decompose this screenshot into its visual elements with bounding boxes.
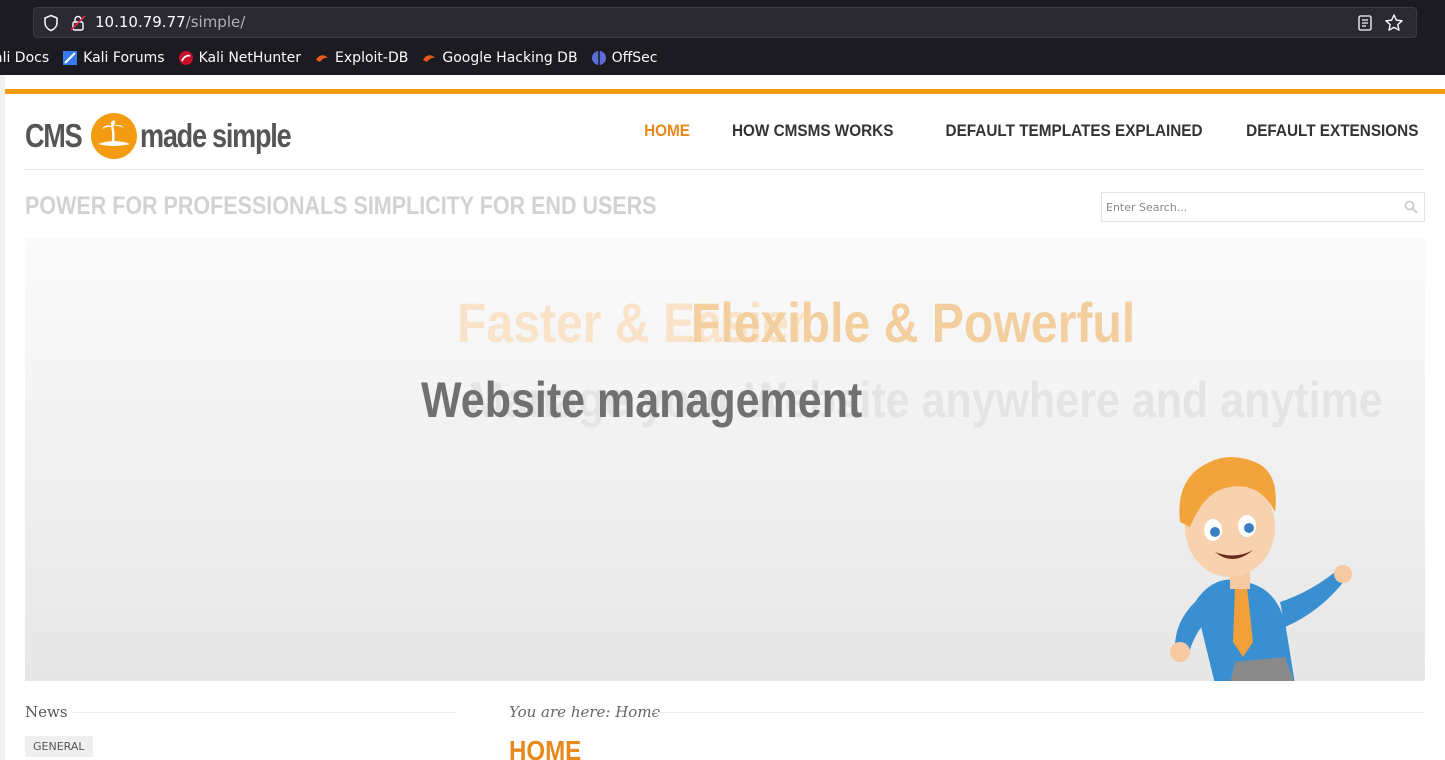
- page-title: HOME: [509, 735, 582, 760]
- ghdb-icon: [423, 55, 436, 62]
- site-logo[interactable]: CMS made simple: [25, 111, 323, 161]
- exploit-db-icon: [316, 55, 329, 62]
- page-top-gap: [0, 75, 1445, 89]
- url-text[interactable]: 10.10.79.77/simple/: [95, 13, 245, 31]
- bookmark-star-icon[interactable]: [1384, 13, 1404, 33]
- url-path: /simple/: [185, 13, 246, 31]
- bookmark-offsec[interactable]: OffSec: [591, 50, 658, 66]
- bookmark-google-hacking-db[interactable]: Google Hacking DB: [421, 50, 578, 66]
- offsec-icon: [591, 51, 606, 65]
- hero-subheading-current: Website management: [421, 372, 863, 428]
- breadcrumb: You are here: Home: [509, 703, 661, 721]
- mascot-illustration: [1170, 457, 1352, 681]
- bookmark-label: Kali NetHunter: [198, 50, 302, 66]
- hero-heading-current: Flexible & Powerful: [690, 291, 1136, 354]
- search-box: [1101, 192, 1425, 222]
- bookmark-kali-forums[interactable]: Kali Forums: [62, 50, 165, 66]
- kali-forums-icon: [63, 51, 78, 65]
- search-input[interactable]: [1102, 193, 1392, 221]
- bookmark-label: OffSec: [611, 50, 658, 66]
- page-viewport: CMS made simple HOME HOW CMSMS WORKS DEF…: [0, 75, 1445, 760]
- shield-icon[interactable]: [42, 14, 60, 32]
- island-logo-icon: [90, 113, 137, 159]
- search-icon[interactable]: [1404, 200, 1418, 214]
- address-bar[interactable]: 10.10.79.77/simple/: [33, 7, 1417, 38]
- news-heading: News: [25, 703, 68, 721]
- bookmarks-toolbar: ali Docs Kali Forums Kali NetHunter Expl…: [0, 44, 1445, 72]
- page-edge: [0, 75, 5, 760]
- news-divider: [73, 712, 456, 713]
- main-nav: HOME HOW CMSMS WORKS DEFAULT TEMPLATES E…: [639, 121, 1418, 141]
- insecure-lock-icon[interactable]: [69, 14, 87, 32]
- browser-toolbar: 10.10.79.77/simple/ ali Docs Kali Forums…: [0, 0, 1445, 75]
- bookmark-kali-docs[interactable]: ali Docs: [0, 50, 49, 66]
- reader-view-icon[interactable]: [1356, 14, 1374, 32]
- url-host: 10.10.79.77: [95, 13, 186, 31]
- bookmark-exploit-db[interactable]: Exploit-DB: [314, 50, 408, 66]
- bookmark-label: Kali Forums: [83, 50, 165, 66]
- breadcrumb-divider: [650, 712, 1425, 713]
- kali-nethunter-icon: [178, 51, 193, 65]
- logo-text-left: CMS: [25, 117, 83, 154]
- nav-home[interactable]: HOME: [644, 121, 690, 141]
- hero-heading: Faster & Easier Flexible & Powerful: [457, 290, 1135, 355]
- nav-how-cmsms-works[interactable]: HOW CMSMS WORKS: [732, 121, 893, 141]
- logo-text-right: made simple: [139, 117, 292, 154]
- category-tag-general[interactable]: GENERAL: [25, 736, 93, 757]
- header-divider: [25, 169, 1425, 170]
- bookmark-label: ali Docs: [0, 50, 50, 66]
- bookmark-label: Exploit-DB: [335, 50, 409, 66]
- nav-default-templates-explained[interactable]: DEFAULT TEMPLATES EXPLAINED: [946, 121, 1203, 141]
- hero-banner: Faster & Easier Flexible & Powerful Mana…: [25, 238, 1425, 681]
- accent-top-bar: [5, 89, 1445, 94]
- bookmark-label: Google Hacking DB: [442, 50, 578, 66]
- hero-subheading: Manage your Website anywhere and anytime…: [421, 371, 1383, 429]
- site-tagline: POWER FOR PROFESSIONALS SIMPLICITY FOR E…: [25, 192, 657, 220]
- nav-default-extensions[interactable]: DEFAULT EXTENSIONS: [1246, 121, 1418, 141]
- bookmark-kali-nethunter[interactable]: Kali NetHunter: [178, 50, 301, 66]
